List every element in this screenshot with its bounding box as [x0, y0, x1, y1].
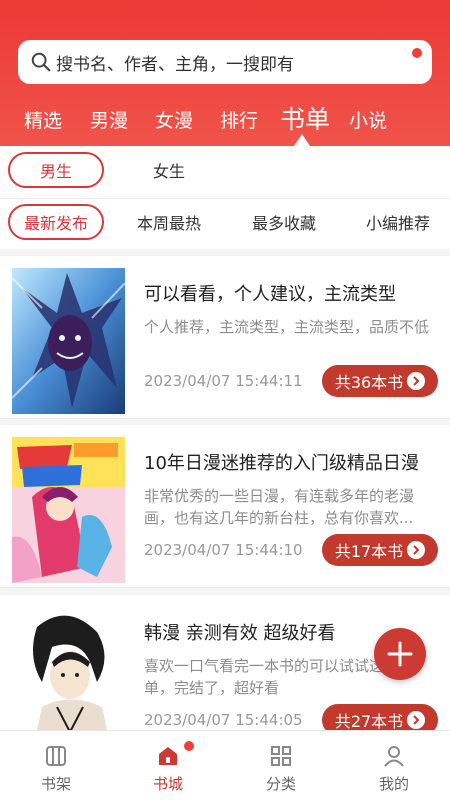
- booklist-date: 2023/04/07 15:44:10: [144, 541, 303, 559]
- tab-shudan[interactable]: 书单: [280, 100, 330, 136]
- booklist-description: 非常优秀的一些日漫，有连载多年的老漫画，也有这几年的新台柱，总有你喜欢...: [144, 487, 415, 527]
- search-icon: [31, 52, 51, 72]
- plus-icon: [387, 641, 413, 667]
- nav-profile-label: 我的: [378, 775, 409, 793]
- booklist-description: 个人推荐，主流类型，主流类型，品质不低: [144, 318, 430, 336]
- nav-bookshelf[interactable]: 书架: [0, 731, 112, 800]
- divider: [0, 587, 450, 588]
- book-count-label: 共17本书: [334, 542, 404, 561]
- booklist-date: 2023/04/07 15:44:11: [144, 372, 303, 390]
- sort-weekly-hot-button[interactable]: 本周最热: [131, 204, 207, 240]
- active-tab-indicator: [294, 134, 310, 146]
- booklist-cover: [12, 437, 125, 583]
- nav-bookstore[interactable]: 书城: [112, 731, 224, 800]
- nav-category-label: 分类: [265, 775, 296, 793]
- bookstore-icon: [159, 747, 177, 765]
- sort-filter: 最新发布 本周最热 最多收藏 小编推荐: [0, 199, 450, 249]
- booklist-cover: [12, 607, 125, 730]
- booklist-date: 2023/04/07 15:44:05: [144, 711, 303, 729]
- book-count-button[interactable]: 共36本书: [322, 365, 438, 397]
- booklist-title: 韩漫 亲测有效 超级好看: [144, 623, 336, 644]
- book-count-label: 共27本书: [334, 712, 404, 731]
- nav-category[interactable]: 分类: [225, 731, 337, 800]
- search-placeholder: 搜书名、作者、主角，一搜即有: [56, 54, 294, 75]
- header: 搜书名、作者、主角，一搜即有 精选 男漫 女漫 排行 书单 小说: [0, 0, 450, 146]
- chevron-right-icon: [407, 372, 426, 390]
- booklist-cover: [12, 268, 125, 414]
- booklist-title: 10年日漫迷推荐的入门级精品日漫: [144, 453, 419, 474]
- tab-nvman[interactable]: 女漫: [155, 106, 193, 133]
- chevron-right-icon: [407, 711, 426, 729]
- notification-dot: [412, 48, 422, 58]
- bookshelf-icon: [46, 746, 66, 766]
- sort-most-favorited-button[interactable]: 最多收藏: [246, 204, 322, 240]
- tab-xiaoshuo[interactable]: 小说: [349, 106, 387, 133]
- sort-latest-button[interactable]: 最新发布: [8, 204, 104, 240]
- add-button[interactable]: [374, 628, 426, 680]
- tab-jingxuan[interactable]: 精选: [24, 106, 62, 133]
- sort-editor-pick-button[interactable]: 小编推荐: [360, 204, 436, 240]
- tab-nanman[interactable]: 男漫: [90, 106, 128, 133]
- tab-paihang[interactable]: 排行: [220, 106, 258, 133]
- chevron-right-icon: [407, 541, 426, 559]
- bottom-nav: 书架 书城 分类 我的: [0, 730, 450, 800]
- grid-icon: [271, 746, 291, 766]
- search-bar[interactable]: 搜书名、作者、主角，一搜即有: [18, 40, 432, 84]
- booklist-title: 可以看看，个人建议，主流类型: [144, 284, 396, 305]
- book-count-label: 共36本书: [334, 373, 404, 392]
- gender-male-button[interactable]: 男生: [8, 152, 104, 188]
- nav-profile[interactable]: 我的: [338, 731, 450, 800]
- nav-bookstore-label: 书城: [152, 775, 183, 793]
- booklist-card[interactable]: 10年日漫迷推荐的入门级精品日漫 非常优秀的一些日漫，有连载多年的老漫画，也有这…: [0, 425, 450, 587]
- gender-filter: 男生 女生: [0, 146, 450, 198]
- nav-bookshelf-label: 书架: [40, 775, 71, 793]
- user-icon: [384, 746, 404, 767]
- divider: [0, 418, 450, 419]
- booklist-card[interactable]: 可以看看，个人建议，主流类型 个人推荐，主流类型，主流类型，品质不低 2023/…: [0, 256, 450, 418]
- notification-dot: [184, 741, 194, 751]
- book-count-button[interactable]: 共17本书: [322, 534, 438, 566]
- gender-female-button[interactable]: 女生: [121, 152, 217, 188]
- category-tabs: 精选 男漫 女漫 排行 书单 小说: [0, 96, 450, 146]
